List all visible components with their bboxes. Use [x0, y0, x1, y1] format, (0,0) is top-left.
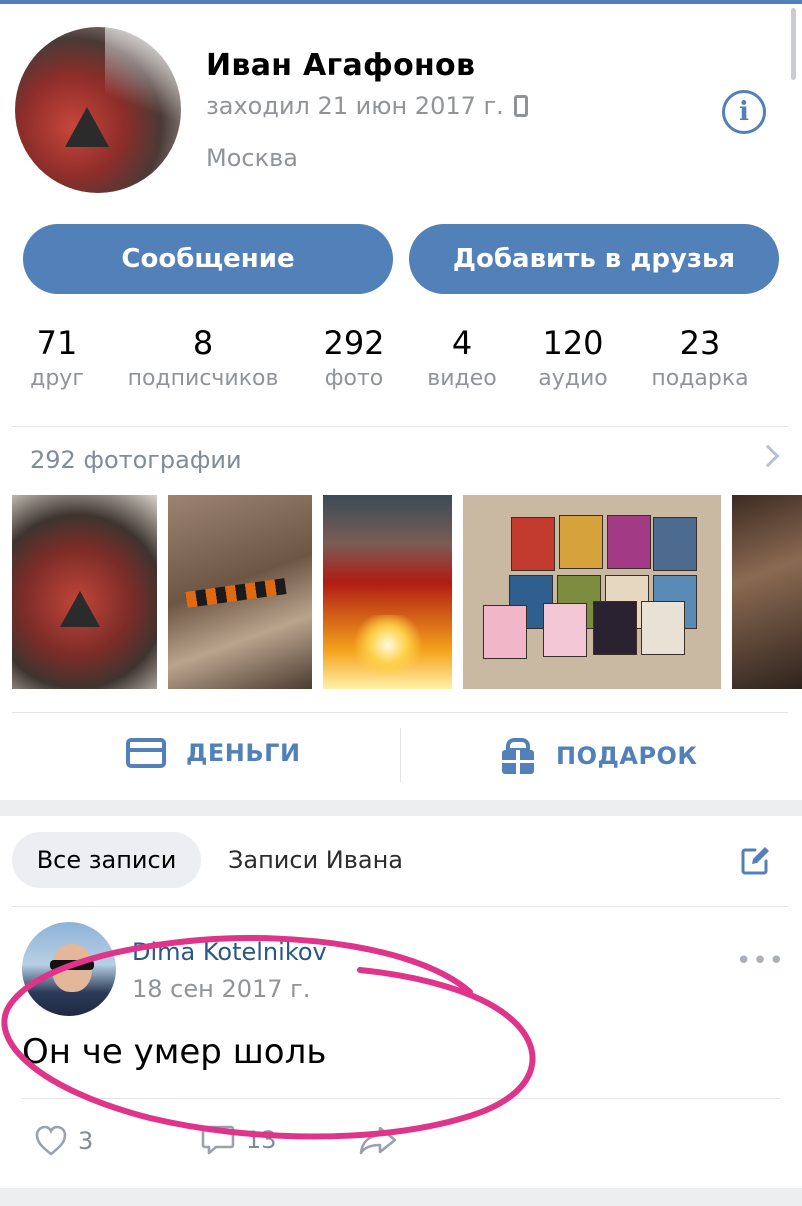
- comment-button[interactable]: 13: [200, 1124, 277, 1156]
- counter-value: 23: [679, 324, 721, 362]
- like-count: 3: [78, 1127, 94, 1155]
- photo-thumbnail[interactable]: [168, 495, 312, 689]
- post-author-avatar[interactable]: [22, 922, 116, 1016]
- counter-label: видео: [427, 366, 497, 391]
- photo-thumbnail[interactable]: [463, 495, 721, 689]
- top-accent-line: [0, 0, 802, 4]
- money-label: ДЕНЬГИ: [186, 739, 301, 767]
- comment-count: 13: [246, 1126, 277, 1154]
- section-separator: [0, 1188, 802, 1206]
- tab-owner-posts[interactable]: Записи Ивана: [228, 846, 403, 874]
- mobile-phone-icon: [513, 95, 528, 117]
- counter-value: 292: [323, 324, 385, 362]
- post-divider: [22, 1098, 780, 1099]
- like-button[interactable]: 3: [34, 1124, 93, 1158]
- counter-audio[interactable]: 120 аудио: [538, 322, 607, 394]
- counter-label: подписчиков: [127, 366, 279, 391]
- photo-thumbnail[interactable]: [323, 495, 452, 689]
- counter-label: фото: [324, 366, 384, 391]
- add-friend-button[interactable]: Добавить в друзья: [409, 224, 779, 294]
- last-seen-status: заходил 21 июн 2017 г.: [206, 92, 528, 120]
- counter-friends[interactable]: 71 друг: [30, 322, 84, 394]
- counter-label: подарка: [651, 366, 749, 391]
- section-separator: [0, 800, 802, 816]
- money-button[interactable]: ДЕНЬГИ: [126, 738, 301, 768]
- counter-value: 4: [451, 324, 473, 362]
- divider: [12, 426, 788, 427]
- gift-label: ПОДАРОК: [556, 742, 698, 770]
- info-icon[interactable]: i: [722, 90, 766, 134]
- chevron-right-icon[interactable]: [756, 444, 780, 468]
- profile-city: Москва: [206, 144, 298, 172]
- counter-value: 120: [542, 324, 604, 362]
- profile-avatar[interactable]: [15, 27, 181, 193]
- counter-photos[interactable]: 292 фото: [323, 322, 384, 394]
- divider: [12, 712, 788, 713]
- post-date: 18 сен 2017 г.: [132, 975, 311, 1003]
- edit-icon[interactable]: [740, 844, 772, 876]
- comment-icon: [201, 1125, 235, 1155]
- counter-label: друг: [30, 366, 84, 391]
- gift-button[interactable]: ПОДАРОК: [500, 738, 698, 774]
- share-button[interactable]: [358, 1124, 398, 1156]
- photo-thumbnail[interactable]: [732, 495, 802, 689]
- counter-videos[interactable]: 4 видео: [427, 322, 496, 394]
- counter-gifts[interactable]: 23 подарка: [651, 322, 748, 394]
- money-transfer-icon: [126, 738, 166, 768]
- photo-strip: [0, 495, 802, 689]
- counter-label: аудио: [538, 366, 608, 391]
- photo-thumbnail[interactable]: [12, 495, 157, 689]
- profile-name: Иван Агафонов: [206, 48, 476, 83]
- counter-value: 71: [36, 324, 78, 362]
- heart-icon: [35, 1125, 67, 1156]
- profile-counters: 71 друг 8 подписчиков 292 фото 4 видео 1…: [0, 322, 802, 402]
- last-seen-text: заходил 21 июн 2017 г.: [206, 92, 504, 120]
- more-options-icon[interactable]: •••: [736, 946, 785, 976]
- photos-section-title[interactable]: 292 фотографии: [30, 446, 242, 474]
- share-icon: [359, 1126, 397, 1155]
- divider: [12, 906, 788, 907]
- scrollbar[interactable]: [791, 8, 796, 80]
- post-text: Он че умер шоль: [22, 1032, 327, 1072]
- gift-icon: [500, 738, 536, 774]
- counter-value: 8: [192, 324, 214, 362]
- counter-followers[interactable]: 8 подписчиков: [128, 322, 279, 394]
- message-button[interactable]: Сообщение: [23, 224, 393, 294]
- post-author-name[interactable]: Dima Kotelnikov: [132, 938, 327, 966]
- vertical-divider: [400, 728, 401, 782]
- tab-all-posts[interactable]: Все записи: [12, 832, 201, 888]
